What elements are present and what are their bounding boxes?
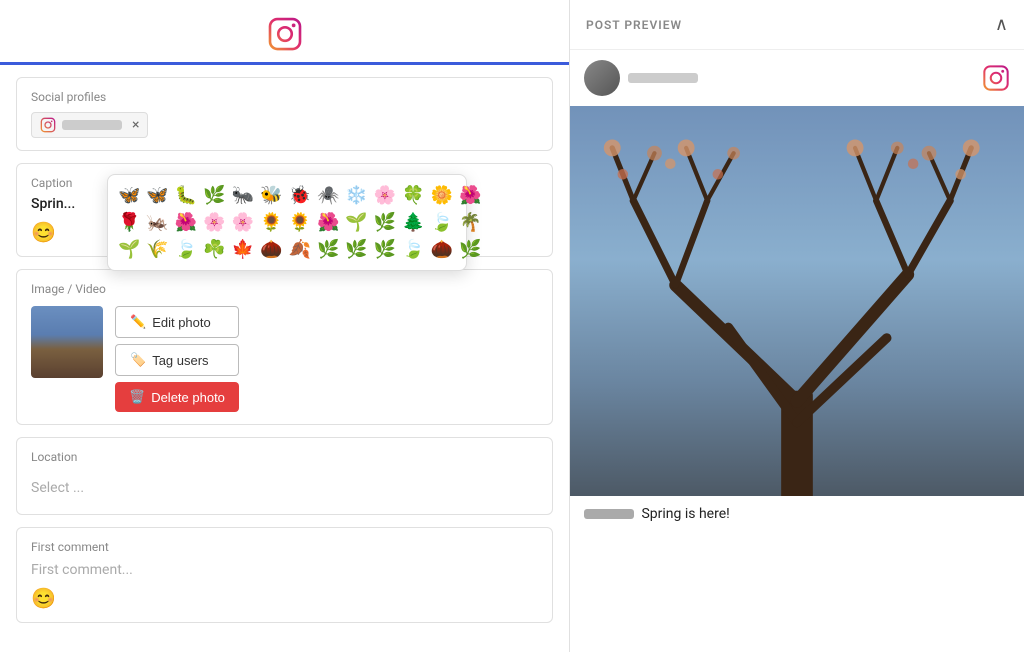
emoji-item[interactable]: ❄️ [343, 183, 369, 208]
location-section: Location Select ... [16, 437, 553, 515]
tag-users-label: Tag users [152, 353, 208, 368]
emoji-item[interactable]: 🦗 [144, 210, 170, 235]
emoji-item[interactable]: 🐜 [230, 183, 256, 208]
tag-icon: 🏷️ [130, 352, 146, 368]
ig-header [0, 0, 569, 65]
emoji-item[interactable]: 🕷️ [315, 183, 341, 208]
image-video-label: Image / Video [31, 282, 538, 296]
emoji-item[interactable]: 🌸 [201, 210, 227, 235]
emoji-item[interactable]: 🌺 [457, 183, 483, 208]
emoji-item[interactable]: 🌿 [315, 237, 341, 262]
first-comment-input[interactable]: First comment... [31, 562, 538, 578]
caption-section: Caption Sprin... 🦋 🦋 🐛 🌿 🐜 🐝 🐞 🕷️ ❄️ 🌸 🍀… [16, 163, 553, 257]
right-panel: POST PREVIEW ∧ [570, 0, 1024, 652]
emoji-item[interactable]: 🌻 [287, 210, 313, 235]
preview-image [570, 106, 1024, 496]
trash-icon: 🗑️ [129, 389, 145, 405]
emoji-item[interactable]: 🍃 [400, 237, 426, 262]
preview-image-container [570, 106, 1024, 496]
emoji-item[interactable]: 🌰 [429, 237, 455, 262]
emoji-item[interactable]: 🦋 [116, 183, 142, 208]
caption-username-blurred [584, 509, 634, 519]
emoji-item[interactable]: 🌿 [372, 210, 398, 235]
emoji-picker: 🦋 🦋 🐛 🌿 🐜 🐝 🐞 🕷️ ❄️ 🌸 🍀 🌼 🌺 🌹 🦗 🌺 🌸 🌸 � [107, 174, 467, 271]
first-comment-label: First comment [31, 540, 538, 554]
preview-header: POST PREVIEW ∧ [570, 0, 1024, 50]
remove-profile-button[interactable]: × [132, 117, 139, 133]
tag-users-button[interactable]: 🏷️ Tag users [115, 344, 239, 376]
preview-username-blurred [628, 73, 698, 83]
emoji-item[interactable]: 🌱 [343, 210, 369, 235]
emoji-item[interactable]: 🌸 [372, 183, 398, 208]
emoji-item[interactable]: 🦋 [144, 183, 170, 208]
emoji-item[interactable]: 🌿 [201, 183, 227, 208]
emoji-item[interactable]: ☘️ [201, 237, 227, 262]
emoji-item[interactable]: 🌱 [116, 237, 142, 262]
ig-tag-icon [40, 117, 56, 133]
profile-tag[interactable]: × [31, 112, 148, 138]
emoji-item[interactable]: 🌹 [116, 210, 142, 235]
avatar [584, 60, 620, 96]
image-thumbnail [31, 306, 103, 378]
image-video-section: Image / Video ✏️ Edit photo 🏷️ Tag users… [16, 269, 553, 425]
tree-overlay-icon [570, 106, 1024, 496]
emoji-item[interactable]: 🍃 [429, 210, 455, 235]
emoji-item[interactable]: 🌻 [258, 210, 284, 235]
location-select[interactable]: Select ... [31, 474, 538, 502]
pencil-icon: ✏️ [130, 314, 146, 330]
emoji-item[interactable]: 🌿 [372, 237, 398, 262]
delete-photo-label: Delete photo [151, 390, 225, 405]
preview-profile-row [570, 50, 1024, 106]
emoji-item[interactable]: 🍁 [230, 237, 256, 262]
instagram-logo-icon [267, 16, 303, 52]
preview-title: POST PREVIEW [586, 18, 682, 32]
emoji-item[interactable]: 🍃 [173, 237, 199, 262]
emoji-item[interactable]: 🌴 [457, 210, 483, 235]
edit-photo-label: Edit photo [152, 315, 211, 330]
emoji-item[interactable]: 🐞 [287, 183, 313, 208]
delete-photo-button[interactable]: 🗑️ Delete photo [115, 382, 239, 412]
image-content-area: ✏️ Edit photo 🏷️ Tag users 🗑️ Delete pho… [31, 306, 538, 412]
emoji-item[interactable]: 🌰 [258, 237, 284, 262]
emoji-grid: 🦋 🦋 🐛 🌿 🐜 🐝 🐞 🕷️ ❄️ 🌸 🍀 🌼 🌺 🌹 🦗 🌺 🌸 🌸 � [116, 183, 458, 262]
social-profiles-section: Social profiles × [16, 77, 553, 151]
edit-photo-button[interactable]: ✏️ Edit photo [115, 306, 239, 338]
profile-name-blurred [62, 120, 122, 130]
emoji-item[interactable]: 🌼 [429, 183, 455, 208]
comment-emoji-button[interactable]: 😊 [31, 586, 538, 610]
image-action-buttons: ✏️ Edit photo 🏷️ Tag users 🗑️ Delete pho… [115, 306, 239, 412]
emoji-item[interactable]: 🐝 [258, 183, 284, 208]
preview-caption: Spring is here! [570, 496, 1024, 532]
instagram-preview-icon [982, 64, 1010, 92]
emoji-item[interactable]: 🌸 [230, 210, 256, 235]
emoji-item[interactable]: 🌿 [457, 237, 483, 262]
emoji-item[interactable]: 🌾 [144, 237, 170, 262]
emoji-item[interactable]: 🐛 [173, 183, 199, 208]
emoji-item[interactable]: 🌿 [343, 237, 369, 262]
thumbnail-image [31, 306, 103, 378]
emoji-item[interactable]: 🍀 [400, 183, 426, 208]
preview-profile-left [584, 60, 698, 96]
emoji-item[interactable]: 🌲 [400, 210, 426, 235]
first-comment-section: First comment First comment... 😊 [16, 527, 553, 623]
emoji-item[interactable]: 🍂 [287, 237, 313, 262]
emoji-item[interactable]: 🌺 [315, 210, 341, 235]
location-label: Location [31, 450, 538, 464]
left-panel: Social profiles × Caption Sprin... [0, 0, 570, 652]
avatar-image [584, 60, 620, 96]
social-profiles-label: Social profiles [31, 90, 538, 104]
emoji-item[interactable]: 🌺 [173, 210, 199, 235]
preview-caption-text: Spring is here! [641, 506, 729, 522]
collapse-preview-button[interactable]: ∧ [995, 14, 1008, 35]
